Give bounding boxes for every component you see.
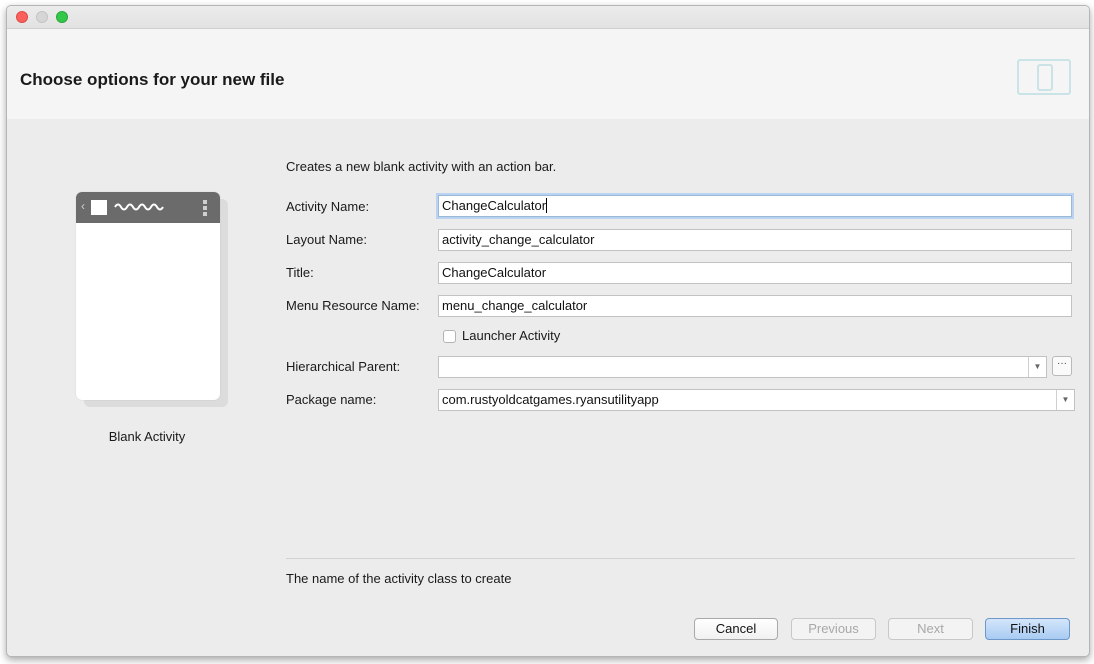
browse-parent-button[interactable]: ··· xyxy=(1052,356,1072,376)
zoom-icon[interactable] xyxy=(56,11,68,23)
app-logo-icon xyxy=(91,200,107,215)
device-form-factor-icon xyxy=(1017,59,1071,95)
layout-name-label: Layout Name: xyxy=(286,232,367,247)
next-button[interactable]: Next xyxy=(888,618,973,640)
hierarchical-parent-combo[interactable]: ▼ xyxy=(438,356,1047,378)
previous-button[interactable]: Previous xyxy=(791,618,876,640)
title-label: Title: xyxy=(286,265,314,280)
chevron-left-icon: ‹ xyxy=(81,199,85,213)
chevron-down-icon[interactable]: ▼ xyxy=(1056,390,1074,410)
title-bar xyxy=(7,6,1089,29)
preview-action-bar: ‹ xyxy=(76,192,220,223)
dialog-header: Choose options for your new file xyxy=(7,29,1089,119)
activity-preview-thumbnail: ‹ xyxy=(76,192,220,400)
divider xyxy=(286,558,1075,559)
package-name-value: com.rustyoldcatgames.ryansutilityapp xyxy=(442,392,659,407)
activity-name-label: Activity Name: xyxy=(286,199,370,214)
launcher-activity-checkbox[interactable] xyxy=(443,330,456,343)
title-input[interactable]: ChangeCalculator xyxy=(438,262,1072,284)
package-name-combo[interactable]: com.rustyoldcatgames.ryansutilityapp ▼ xyxy=(438,389,1075,411)
cancel-button[interactable]: Cancel xyxy=(694,618,778,640)
text-caret xyxy=(546,198,548,213)
overflow-menu-icon xyxy=(203,200,207,216)
close-icon[interactable] xyxy=(16,11,28,23)
template-description: Creates a new blank activity with an act… xyxy=(286,159,557,174)
chevron-down-icon[interactable]: ▼ xyxy=(1028,357,1046,377)
template-name-label: Blank Activity xyxy=(108,429,186,444)
field-hint: The name of the activity class to create xyxy=(286,571,512,586)
finish-button[interactable]: Finish xyxy=(985,618,1070,640)
title-squiggle-icon xyxy=(114,203,164,211)
layout-name-input[interactable]: activity_change_calculator xyxy=(438,229,1072,251)
new-activity-dialog: Choose options for your new file ‹ Blank… xyxy=(6,5,1090,657)
launcher-activity-label[interactable]: Launcher Activity xyxy=(462,328,560,343)
page-title: Choose options for your new file xyxy=(20,70,285,89)
minimize-icon[interactable] xyxy=(36,11,48,23)
package-name-label: Package name: xyxy=(286,392,377,407)
menu-resource-name-input[interactable]: menu_change_calculator xyxy=(438,295,1072,317)
menu-resource-name-label: Menu Resource Name: xyxy=(286,298,420,313)
hierarchical-parent-label: Hierarchical Parent: xyxy=(286,359,401,374)
activity-name-input[interactable]: ChangeCalculator xyxy=(438,195,1072,217)
